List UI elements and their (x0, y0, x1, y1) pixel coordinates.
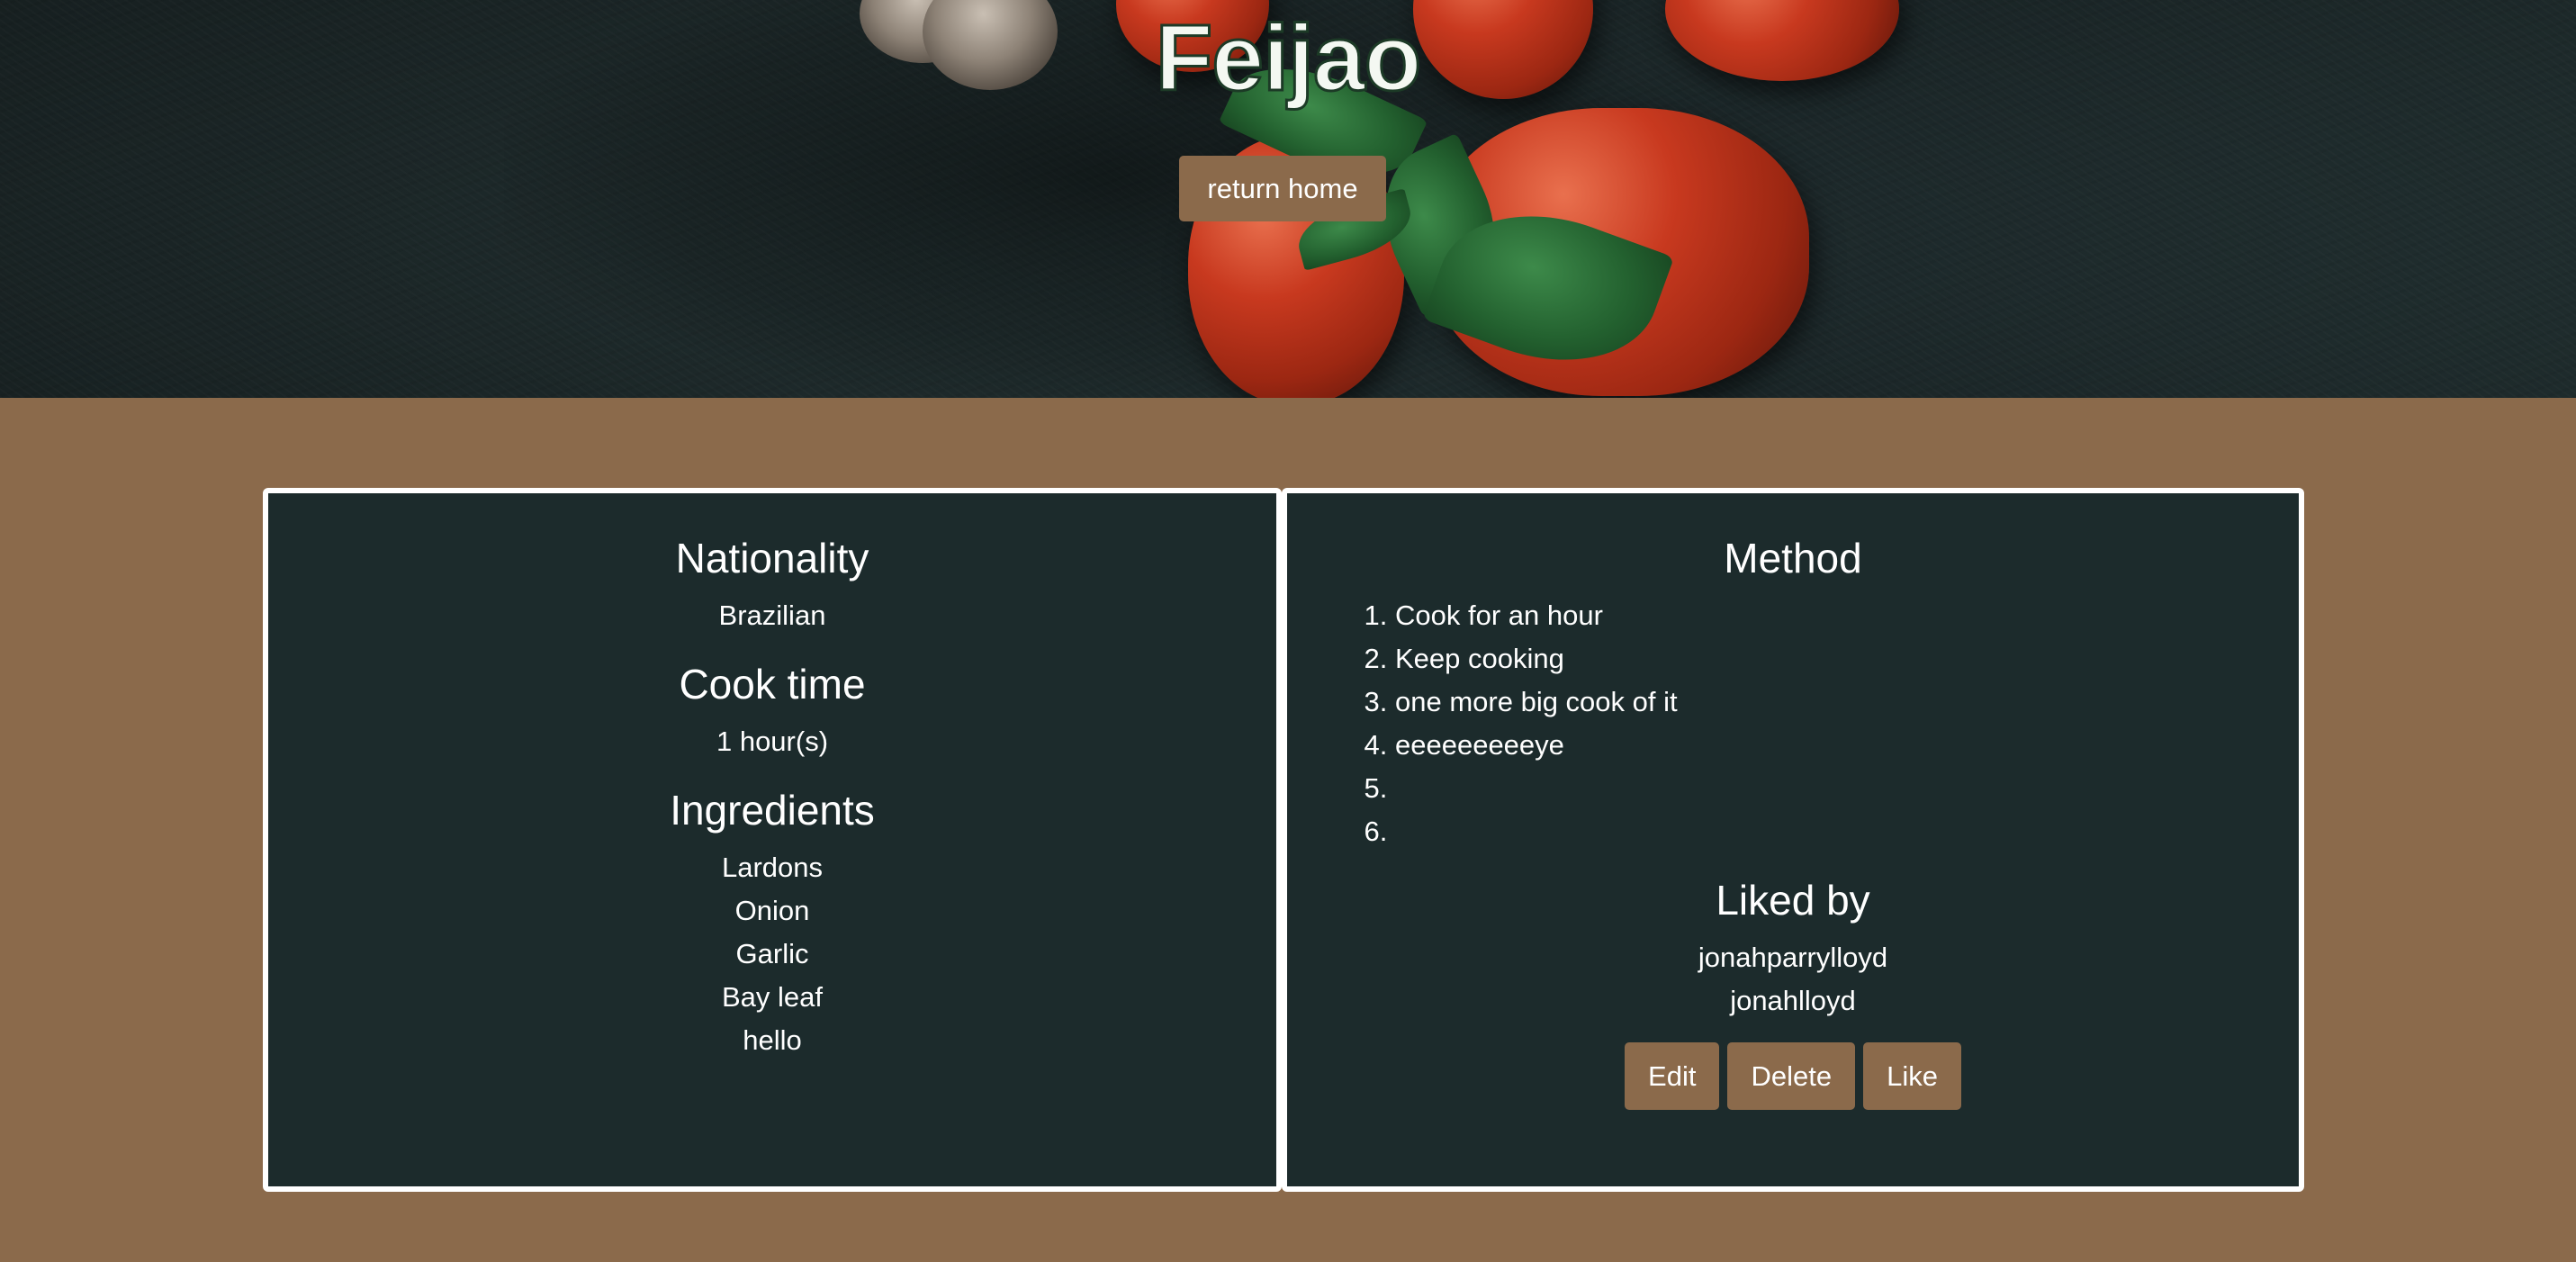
method-step: eeeeeeeeeye (1395, 724, 2299, 767)
ingredients-heading: Ingredients (670, 787, 875, 834)
liked-by-heading: Liked by (1716, 877, 1870, 924)
cook-time-heading: Cook time (679, 661, 866, 708)
recipe-method-card: Method Cook for an hour Keep cooking one… (1282, 488, 2304, 1192)
method-step (1395, 810, 2299, 853)
method-step: one more big cook of it (1395, 681, 2299, 724)
delete-button[interactable]: Delete (1727, 1042, 1856, 1110)
method-steps-list: Cook for an hour Keep cooking one more b… (1287, 594, 2299, 853)
recipe-actions: Edit Delete Like (1287, 1042, 2299, 1110)
page-title: Feijao (1154, 5, 1423, 113)
liked-by-list: jonahparrylloyd jonahlloyd (1287, 936, 2299, 1023)
method-step: Cook for an hour (1395, 594, 2299, 637)
ingredient-item: Bay leaf (721, 981, 823, 1013)
recipe-details-card: Nationality Brazilian Cook time 1 hour(s… (263, 488, 1282, 1192)
ingredient-item: hello (743, 1024, 802, 1056)
ingredient-item: Lardons (721, 852, 824, 883)
ingredients-list: Lardons Onion Garlic Bay leaf hello (268, 846, 1276, 1062)
method-step (1395, 767, 2299, 810)
liked-by-user: jonahparrylloyd (1698, 942, 1888, 973)
edit-button[interactable]: Edit (1625, 1042, 1720, 1110)
nationality-heading: Nationality (675, 535, 869, 581)
nationality-value: Brazilian (718, 599, 826, 631)
cook-time-value: 1 hour(s) (716, 726, 829, 757)
ingredient-item: Onion (734, 895, 810, 926)
recipe-content: Nationality Brazilian Cook time 1 hour(s… (263, 488, 2304, 1192)
return-home-button[interactable]: return home (1179, 156, 1386, 221)
liked-by-user: jonahlloyd (1730, 985, 1856, 1016)
like-button[interactable]: Like (1863, 1042, 1961, 1110)
method-heading: Method (1724, 535, 1862, 581)
method-step: Keep cooking (1395, 637, 2299, 681)
hero-banner: Feijao return home (0, 0, 2576, 398)
ingredient-item: Garlic (735, 938, 809, 969)
